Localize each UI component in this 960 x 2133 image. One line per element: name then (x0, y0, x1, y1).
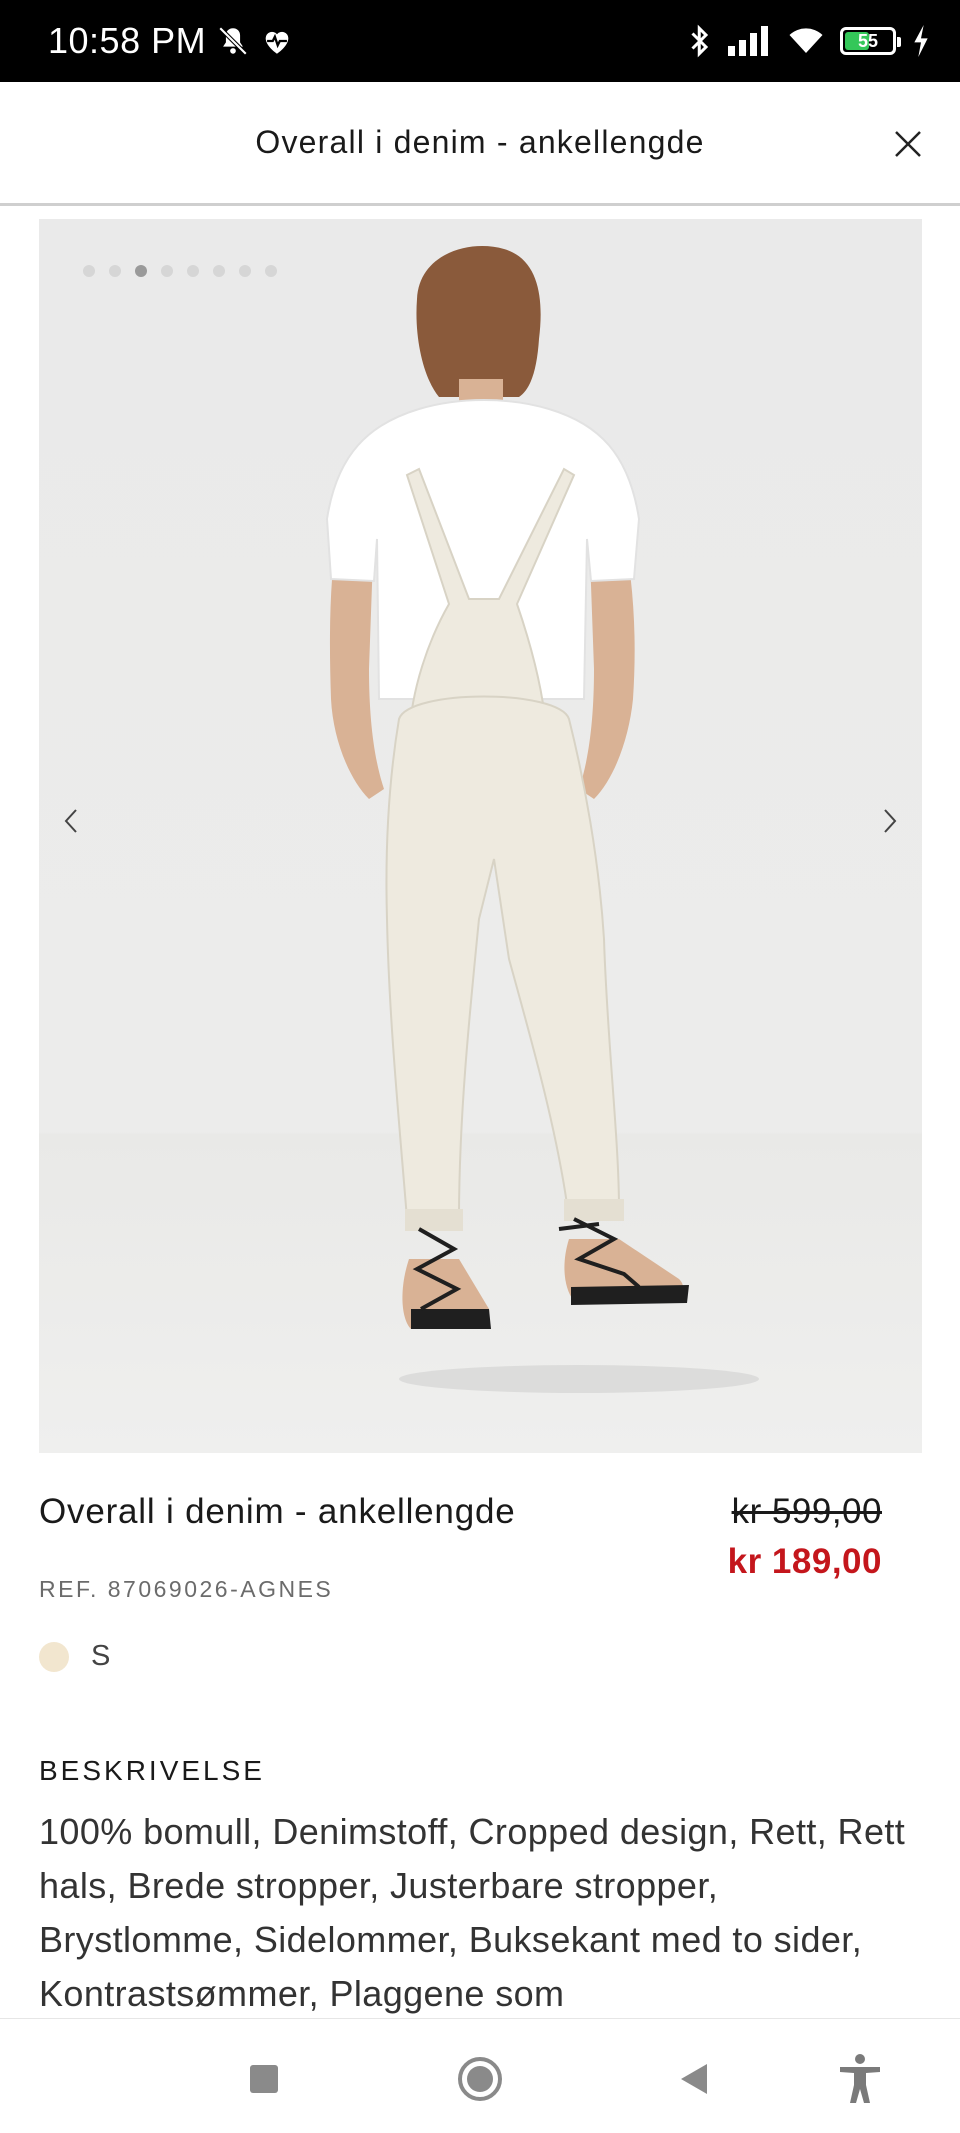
battery-percent: 55 (857, 30, 879, 51)
status-left-icons (216, 24, 294, 58)
original-price: kr 599,00 (731, 1492, 882, 1531)
product-name: Overall i denim - ankellengde (39, 1492, 516, 1531)
description-text: 100% bomull, Denimstoff, Cropped design,… (39, 1811, 906, 2014)
home-button[interactable] (450, 2049, 510, 2109)
color-swatch[interactable] (39, 1641, 69, 1672)
status-right-icons: 55 (688, 23, 930, 59)
gallery-dot[interactable] (265, 265, 277, 277)
wifi-icon (789, 28, 823, 53)
charging-icon (914, 25, 928, 57)
square-icon (250, 2065, 278, 2093)
header: Overall i denim - ankellengde (0, 82, 960, 206)
previous-image-button[interactable] (51, 791, 91, 851)
status-bar: 10:58 PM 55 (0, 0, 960, 82)
close-button[interactable] (888, 124, 928, 164)
accessibility-button[interactable] (830, 2049, 890, 2109)
circle-icon (458, 2057, 502, 2101)
gallery-dot[interactable] (239, 265, 251, 277)
product-image-gallery[interactable] (39, 219, 922, 1453)
system-nav-bar (0, 2018, 960, 2133)
signal-icon (728, 26, 768, 56)
gallery-dot[interactable] (109, 265, 121, 277)
gallery-pagination (83, 265, 277, 277)
gallery-dot[interactable] (135, 265, 147, 277)
page-title: Overall i denim - ankellengde (255, 124, 705, 160)
sale-price: kr 189,00 (727, 1542, 882, 1581)
mute-icon (218, 26, 248, 56)
description-heading: BESKRIVELSE (39, 1755, 265, 1786)
accessibility-icon (840, 2054, 880, 2103)
chevron-right-icon (884, 809, 897, 833)
gallery-dot[interactable] (83, 265, 95, 277)
variant-row: S (39, 1640, 110, 1673)
gallery-dot[interactable] (161, 265, 173, 277)
size-label: S (91, 1640, 111, 1672)
status-time: 10:58 PM (48, 20, 207, 61)
chevron-left-icon (64, 809, 77, 833)
close-icon (895, 131, 921, 157)
next-image-button[interactable] (870, 791, 910, 851)
back-triangle-icon (681, 2064, 707, 2094)
gallery-dot[interactable] (213, 265, 225, 277)
bluetooth-icon (691, 24, 709, 58)
product-reference: REF. 87069026-AGNES (39, 1576, 334, 1602)
battery-icon: 55 (840, 27, 901, 55)
product-photo (325, 246, 759, 1393)
recents-button[interactable] (234, 2049, 294, 2109)
health-icon (265, 31, 289, 54)
gallery-dot[interactable] (187, 265, 199, 277)
back-button[interactable] (664, 2049, 724, 2109)
price-block: kr 599,00 kr 189,00 (728, 1492, 882, 1582)
